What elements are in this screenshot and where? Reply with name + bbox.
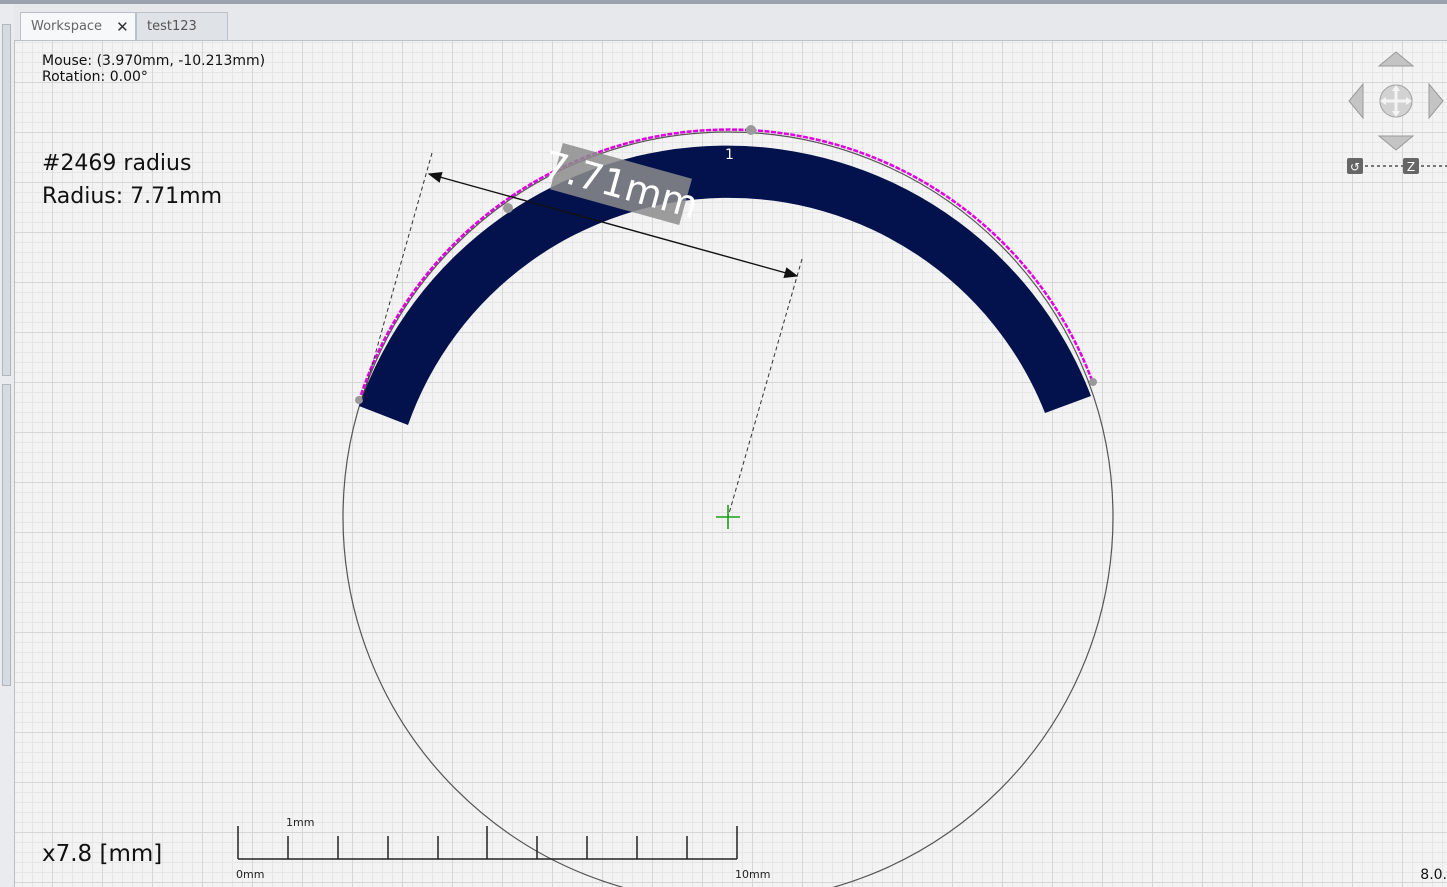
dock-panel-handle-lower[interactable]: [2, 384, 11, 686]
part-arc[interactable]: [359, 145, 1091, 425]
svg-text:↺: ↺: [1350, 160, 1360, 174]
svg-text:Z: Z: [1407, 160, 1415, 174]
version-label: 8.0.: [1420, 867, 1447, 883]
zoom-level: x7.8 [mm]: [42, 841, 163, 867]
pan-right-icon[interactable]: [1428, 82, 1444, 120]
tab-workspace[interactable]: Workspace ✕: [20, 12, 136, 40]
close-icon[interactable]: ✕: [116, 18, 129, 36]
scale-bar: 1mm 0mm 10mm: [236, 816, 770, 881]
feature-number: 1: [725, 147, 734, 163]
mouse-position: Mouse: (3.970mm, -10.213mm): [42, 53, 266, 69]
measurement-radius: Radius: 7.71mm: [42, 184, 223, 209]
drawing-layer[interactable]: 1 7.71mm 1mm 0mm 10mm: [15, 41, 1447, 887]
scale-label-1mm: 1mm: [286, 816, 314, 829]
rotation-readout: Rotation: 0.00°: [42, 69, 148, 85]
document-tab-bar: Workspace ✕ test123: [14, 4, 1447, 41]
scale-label-start: 0mm: [236, 868, 264, 881]
extension-line-center: [727, 258, 803, 518]
pan-navigator[interactable]: ↺ Z: [1345, 46, 1447, 181]
scale-label-end: 10mm: [735, 868, 770, 881]
edge-point[interactable]: [355, 396, 363, 404]
edge-point[interactable]: [1089, 378, 1097, 386]
left-dock-rail[interactable]: [0, 4, 15, 887]
rotate-icon[interactable]: ↺: [1347, 158, 1363, 174]
pan-up-icon[interactable]: [1377, 51, 1415, 67]
cursor-readout: Mouse: (3.970mm, -10.213mm) Rotation: 0.…: [42, 53, 265, 85]
tab-workspace-label: Workspace: [31, 19, 103, 34]
edge-point[interactable]: [503, 203, 513, 213]
tab-test123-label: test123: [147, 19, 197, 34]
measurement-info: #2469 radius Radius: 7.71mm: [42, 147, 222, 213]
edge-point[interactable]: [746, 125, 756, 135]
z-axis-icon[interactable]: Z: [1403, 158, 1419, 174]
tab-test123[interactable]: test123: [136, 12, 228, 40]
pan-left-icon[interactable]: [1348, 82, 1364, 120]
move-center-icon[interactable]: [1379, 84, 1413, 118]
measurement-canvas[interactable]: 1 7.71mm 1mm 0mm 10mm Mouse: (3.970mm, -…: [15, 41, 1447, 887]
pan-down-icon[interactable]: [1377, 135, 1415, 151]
measurement-id: #2469 radius: [42, 151, 192, 176]
dock-panel-handle-upper[interactable]: [2, 24, 11, 376]
